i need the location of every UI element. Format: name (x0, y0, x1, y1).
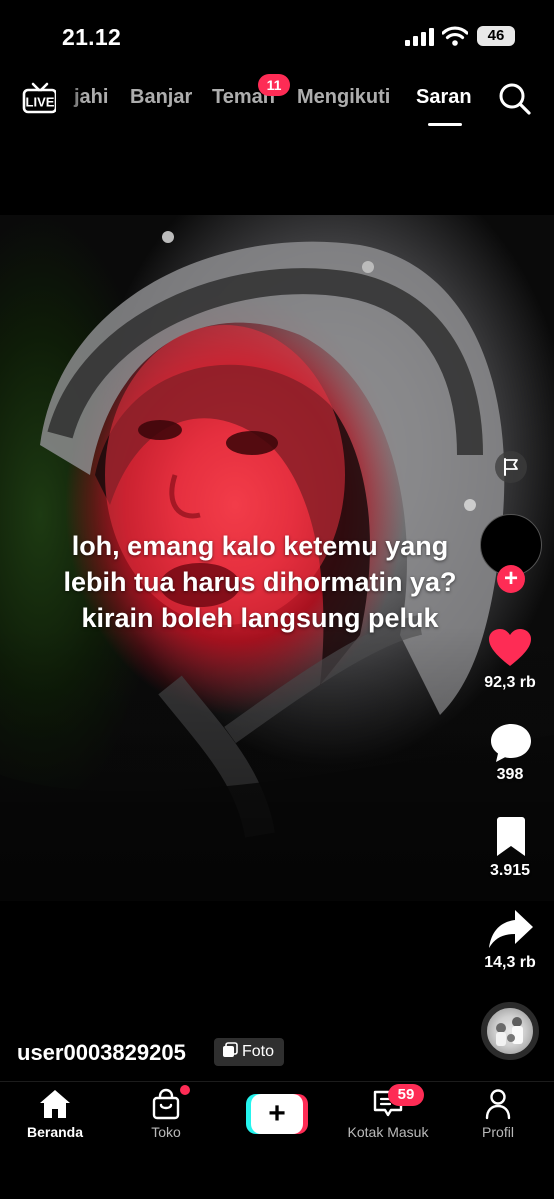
like-count: 92,3 rb (484, 674, 536, 691)
share-count: 14,3 rb (484, 954, 536, 971)
heart-icon[interactable] (488, 628, 532, 668)
report-button[interactable] (495, 451, 527, 483)
post-caption: loh, emang kalo ketemu yang lebih tua ha… (63, 531, 457, 633)
active-tab-indicator (428, 123, 462, 126)
cellular-signal-icon (405, 28, 434, 46)
wifi-icon (442, 26, 468, 46)
post-username[interactable]: user0003829205 (17, 1040, 186, 1066)
tab-saran[interactable]: Saran (416, 86, 472, 109)
bookmark-count: 3.915 (489, 862, 531, 879)
profile-icon (485, 1089, 511, 1120)
shop-bag-icon (152, 1088, 180, 1120)
share-icon[interactable] (488, 908, 534, 950)
search-icon[interactable] (498, 82, 532, 116)
follow-button[interactable]: + (497, 565, 525, 593)
tab-fade-overlay (56, 78, 84, 126)
battery-indicator: 46 (477, 26, 515, 46)
comment-count: 398 (496, 766, 524, 783)
media-type-label: Foto (242, 1043, 275, 1060)
nav-profil-label: Profil (482, 1124, 514, 1140)
nav-beranda[interactable]: Beranda (10, 1088, 100, 1140)
nav-toko-label: Toko (151, 1124, 181, 1140)
media-type-badge: Foto (214, 1038, 285, 1066)
home-icon (40, 1090, 70, 1118)
tab-mengikuti[interactable]: Mengikuti (297, 86, 390, 109)
plus-icon: + (503, 565, 518, 592)
create-post-button[interactable]: + (246, 1094, 308, 1134)
flag-icon (504, 458, 518, 476)
live-icon[interactable]: LIVE (22, 82, 58, 116)
svg-text:LIVE: LIVE (26, 95, 55, 110)
sound-disc[interactable] (481, 1002, 539, 1060)
nav-kotak-masuk-label: Kotak Masuk (347, 1124, 429, 1140)
nav-toko[interactable]: Toko (121, 1088, 211, 1140)
tab-banjar[interactable]: Banjar (130, 86, 192, 109)
nav-beranda-label: Beranda (26, 1124, 84, 1140)
nav-profil[interactable]: Profil (453, 1088, 543, 1140)
sound-cover-thumbnail (496, 1017, 523, 1046)
toko-notification-dot (180, 1085, 190, 1095)
bookmark-icon[interactable] (494, 816, 528, 858)
status-time: 21.12 (62, 24, 122, 50)
plus-icon: + (251, 1094, 303, 1134)
photo-stack-icon (223, 1042, 238, 1057)
teman-notification-badge: 11 (258, 74, 290, 96)
inbox-notification-badge: 59 (388, 1084, 424, 1106)
comment-icon[interactable] (489, 722, 533, 764)
bottom-nav-divider (0, 1081, 554, 1082)
